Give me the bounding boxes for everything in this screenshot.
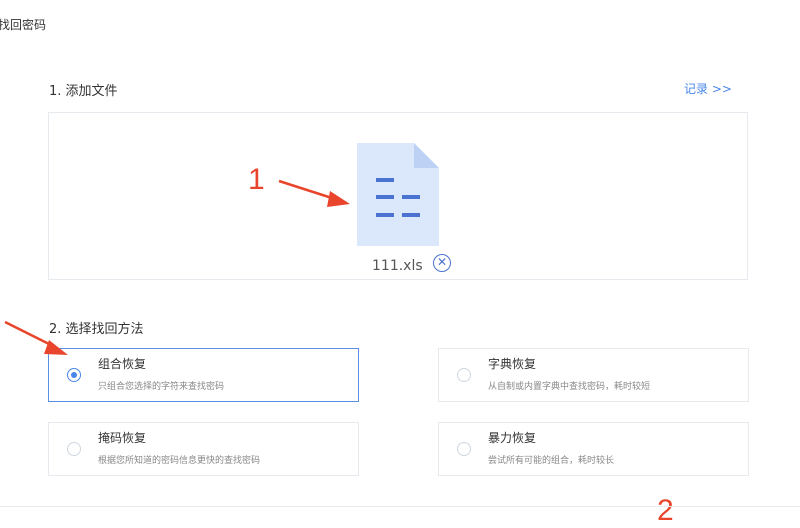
method-option-combination[interactable]: 组合恢复 只组合您选择的字符来查找密码: [48, 348, 359, 402]
radio-button[interactable]: [67, 368, 81, 382]
section-label-add-file: 1. 添加文件: [49, 84, 118, 99]
radio-selected-dot: [71, 372, 77, 378]
history-link[interactable]: 记录 >>: [684, 80, 732, 97]
method-title: 掩码恢复: [98, 431, 147, 445]
method-title: 暴力恢复: [488, 431, 537, 445]
page-title: 找回密码: [0, 18, 47, 32]
annotation-number-1: 1: [248, 163, 265, 196]
annotation-number-2: 2: [657, 494, 674, 527]
method-title: 字典恢复: [488, 357, 537, 371]
method-description: 尝试所有可能的组合，耗时较长: [488, 456, 615, 466]
method-title: 组合恢复: [98, 357, 147, 371]
method-description: 从自制或内置字典中查找密码，耗时较短: [488, 382, 651, 392]
radio-button[interactable]: [67, 442, 81, 456]
method-option-mask[interactable]: 掩码恢复 根据您所知道的密码信息更快的查找密码: [48, 422, 359, 476]
annotation-arrow-2: [4, 320, 56, 349]
section-label-method: 2. 选择找回方法: [49, 322, 144, 337]
method-description: 根据您所知道的密码信息更快的查找密码: [98, 456, 261, 466]
radio-button[interactable]: [457, 368, 471, 382]
bottom-divider: [0, 506, 800, 507]
close-icon: ✕: [436, 255, 448, 269]
radio-button[interactable]: [457, 442, 471, 456]
method-option-bruteforce[interactable]: 暴力恢复 尝试所有可能的组合，耗时较长: [438, 422, 749, 476]
method-option-dictionary[interactable]: 字典恢复 从自制或内置字典中查找密码，耗时较短: [438, 348, 749, 402]
file-name: 111.xls: [372, 258, 423, 274]
spreadsheet-file-icon: [357, 143, 439, 246]
method-description: 只组合您选择的字符来查找密码: [98, 382, 225, 392]
remove-file-button[interactable]: ✕: [433, 254, 451, 272]
